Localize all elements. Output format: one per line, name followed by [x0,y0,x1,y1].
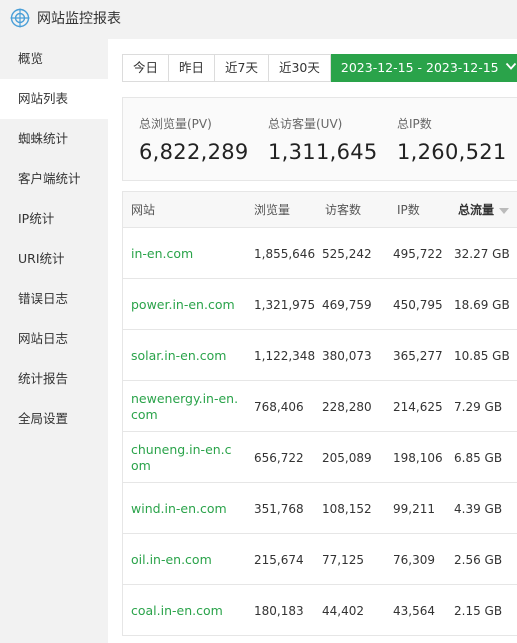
cell-traffic: 7.29 GB [454,399,503,414]
cell-ip: 214,625 [393,399,443,414]
cell-site[interactable]: in-en.com [131,228,239,279]
sidebar-item-settings[interactable]: 全局设置 [0,399,108,439]
cell-uv: 525,242 [322,246,372,261]
column-uv[interactable]: 访客数 [325,192,361,228]
cell-traffic: 10.85 GB [454,348,510,363]
cell-pv: 1,122,348 [254,348,316,363]
cell-ip: 99,211 [393,501,435,516]
table-row: oil.in-en.com 215,674 77,125 76,309 2.56 GB [123,534,517,585]
cell-site[interactable]: solar.in-en.com [131,330,239,381]
app-header: 网站监控报表 [0,0,517,36]
table-row: power.in-en.com 1,321,975 469,759 450,795 18… [123,279,517,330]
cell-uv: 108,152 [322,501,372,516]
table-header: 网站 浏览量 访客数 IP数 总流量 [123,192,517,228]
sidebar-item-client-stats[interactable]: 客户端统计 [0,159,108,199]
cell-uv: 205,089 [322,450,372,465]
column-traffic[interactable]: 总流量 [458,192,510,228]
range-today-button[interactable]: 今日 [122,54,170,82]
cell-ip: 450,795 [393,297,443,312]
main-panel: 今日 昨日 近7天 近30天 2023-12-15 - 2023-12-15 总… [108,39,517,643]
cell-uv: 469,759 [322,297,372,312]
table-row: chuneng.in-en.com 656,722 205,089 198,106 6.… [123,432,517,483]
app-title: 网站监控报表 [37,11,121,27]
column-site[interactable]: 网站 [131,192,155,228]
sidebar-item-site-list[interactable]: 网站列表 [0,79,108,119]
cell-site[interactable]: chuneng.in-en.com [131,432,239,483]
table-body: in-en.com 1,855,646 525,242 495,722 32.27 GB… [123,228,517,636]
table-row: solar.in-en.com 1,122,348 380,073 365,277 10… [123,330,517,381]
cell-uv: 380,073 [322,348,372,363]
globe-target-icon [10,8,30,28]
cell-uv: 228,280 [322,399,372,414]
cell-site[interactable]: oil.in-en.com [131,534,239,585]
date-range-text: 2023-12-15 - 2023-12-15 [340,60,499,75]
stat-pv-value: 6,822,289 [139,140,249,164]
cell-site[interactable]: power.in-en.com [131,279,239,330]
cell-traffic: 2.15 GB [454,603,503,618]
site-table: 网站 浏览量 访客数 IP数 总流量 in-en.com 1,855,646 525… [122,191,517,636]
cell-uv: 77,125 [322,552,364,567]
cell-ip: 198,106 [393,450,443,465]
cell-pv: 768,406 [254,399,304,414]
sidebar: 概览 网站列表 蜘蛛统计 客户端统计 IP统计 URI统计 错误日志 网站日志 … [0,39,108,643]
table-row: wind.in-en.com 351,768 108,152 99,211 4.39 G… [123,483,517,534]
cell-traffic: 6.85 GB [454,450,503,465]
sidebar-item-uri-stats[interactable]: URI统计 [0,239,108,279]
cell-site[interactable]: newenergy.in-en.com [131,381,239,432]
cell-ip: 495,722 [393,246,443,261]
sidebar-item-overview[interactable]: 概览 [0,39,108,79]
cell-pv: 1,855,646 [254,246,316,261]
table-row: newenergy.in-en.com 768,406 228,280 214,625… [123,381,517,432]
cell-pv: 351,768 [254,501,304,516]
summary-panel: 总浏览量(PV) 6,822,289 总访客量(UV) 1,311,645 总I… [122,97,517,181]
cell-ip: 43,564 [393,603,435,618]
stat-uv-value: 1,311,645 [268,140,378,164]
sidebar-item-report[interactable]: 统计报告 [0,359,108,399]
cell-pv: 180,183 [254,603,304,618]
table-row: coal.in-en.com 180,183 44,402 43,564 2.15 GB [123,585,517,636]
sidebar-item-ip-stats[interactable]: IP统计 [0,199,108,239]
sort-desc-icon [499,207,510,214]
cell-pv: 215,674 [254,552,304,567]
cell-traffic: 2.56 GB [454,552,503,567]
cell-site[interactable]: wind.in-en.com [131,483,239,534]
cell-traffic: 32.27 GB [454,246,510,261]
chevron-down-icon [505,55,517,81]
date-range-picker[interactable]: 2023-12-15 - 2023-12-15 [330,54,517,82]
column-traffic-label: 总流量 [458,203,495,217]
column-pv[interactable]: 浏览量 [254,192,290,228]
column-ip[interactable]: IP数 [397,192,420,228]
range-7days-button[interactable]: 近7天 [215,54,269,82]
sidebar-item-spider-stats[interactable]: 蜘蛛统计 [0,119,108,159]
stat-ip-value: 1,260,521 [397,140,507,164]
stat-pv-label: 总浏览量(PV) [139,117,212,131]
cell-traffic: 4.39 GB [454,501,503,516]
range-30days-button[interactable]: 近30天 [268,54,331,82]
cell-site[interactable]: coal.in-en.com [131,585,239,636]
cell-uv: 44,402 [322,603,364,618]
cell-pv: 656,722 [254,450,304,465]
stat-ip-label: 总IP数 [397,117,432,131]
table-row: in-en.com 1,855,646 525,242 495,722 32.27 GB [123,228,517,279]
sidebar-item-site-log[interactable]: 网站日志 [0,319,108,359]
date-range-bar: 今日 昨日 近7天 近30天 2023-12-15 - 2023-12-15 [122,54,517,82]
cell-pv: 1,321,975 [254,297,316,312]
cell-ip: 76,309 [393,552,435,567]
cell-ip: 365,277 [393,348,443,363]
range-yesterday-button[interactable]: 昨日 [169,54,216,82]
stat-uv-label: 总访客量(UV) [268,117,343,131]
cell-traffic: 18.69 GB [454,297,510,312]
sidebar-item-error-log[interactable]: 错误日志 [0,279,108,319]
